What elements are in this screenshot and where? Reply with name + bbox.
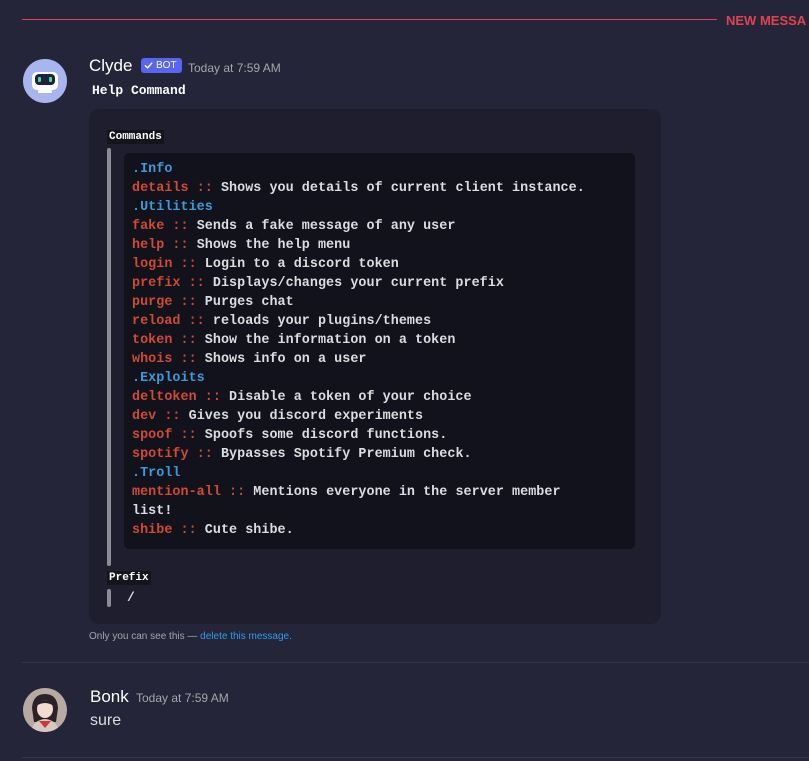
command-description: Cute shibe. [204, 523, 294, 538]
command-separator: :: [156, 409, 189, 424]
category-heading: .Exploits [132, 371, 205, 386]
command-name: purge [132, 295, 173, 310]
command-separator: :: [172, 257, 205, 272]
command-line: token :: Show the information on a token [132, 333, 455, 348]
command-description: Login to a discord token [204, 257, 399, 272]
new-messages-divider [22, 19, 717, 20]
message-title: Help Command [92, 83, 186, 98]
category-label: .Exploits [132, 371, 205, 386]
command-description: Displays/changes your current prefix [212, 276, 504, 291]
command-description: Spoofs some discord functions. [204, 428, 448, 443]
category-label: .Troll [132, 466, 181, 481]
command-line: dev :: Gives you discord experiments [132, 409, 423, 424]
user-message-content: sure [90, 712, 122, 729]
command-line: shibe :: Cute shibe. [132, 523, 294, 538]
checkmark-icon [144, 62, 153, 69]
command-line: spoof :: Spoofs some discord functions. [132, 428, 447, 443]
category-heading: .Troll [132, 466, 181, 481]
command-description: Mentions everyone in the server member [253, 485, 561, 500]
commands-quote-bar [107, 148, 111, 566]
robot-avatar-icon [23, 59, 67, 103]
prefix-value: / [127, 590, 135, 605]
command-description: list! [132, 504, 173, 519]
command-separator: :: [172, 428, 205, 443]
bot-badge-label: BOT [156, 60, 177, 71]
command-description: Shows info on a user [204, 352, 367, 367]
command-separator: :: [172, 295, 205, 310]
command-name: dev [132, 409, 157, 424]
command-separator: :: [172, 333, 205, 348]
command-separator: :: [172, 352, 205, 367]
command-description: Gives you discord experiments [188, 409, 424, 424]
command-separator: :: [188, 447, 221, 462]
command-separator: :: [180, 276, 213, 291]
ephemeral-notice: Only you can see this — delete this mess… [89, 631, 292, 642]
delete-message-link[interactable]: delete this message. [200, 631, 292, 642]
command-line: prefix :: Displays/changes your current … [132, 276, 504, 291]
bot-username[interactable]: Clyde [89, 56, 132, 76]
command-description: Shows the help menu [196, 238, 351, 253]
command-line: purge :: Purges chat [132, 295, 294, 310]
user-avatar[interactable] [23, 688, 67, 732]
command-description-continuation: list! [132, 504, 172, 519]
category-label: .Info [132, 162, 173, 177]
category-heading: .Info [132, 162, 172, 177]
command-name: shibe [132, 523, 173, 538]
new-messages-label: NEW MESSA [726, 13, 807, 28]
bot-timestamp[interactable]: Today at 7:59 AM [188, 61, 281, 75]
user-avatar-image [23, 688, 67, 732]
bot-badge: BOT [141, 58, 182, 73]
command-separator: :: [172, 523, 205, 538]
command-description: Purges chat [204, 295, 294, 310]
command-name: login [132, 257, 173, 272]
command-line: spotify :: Bypasses Spotify Premium chec… [132, 447, 472, 462]
command-line: reload :: reloads your plugins/themes [132, 314, 431, 329]
command-description: Bypasses Spotify Premium check. [220, 447, 472, 462]
command-name: reload [132, 314, 181, 329]
command-line: help :: Shows the help menu [132, 238, 350, 253]
prefix-field-title: Prefix [107, 571, 151, 585]
command-separator: :: [188, 181, 221, 196]
command-name: fake [132, 219, 165, 234]
command-separator: :: [196, 390, 230, 405]
command-separator: :: [220, 485, 254, 500]
command-name: whois [132, 352, 173, 367]
user-username[interactable]: Bonk [90, 687, 129, 707]
ephemeral-text: Only you can see this — [89, 631, 201, 642]
command-description: Sends a fake message of any user [196, 219, 456, 234]
command-separator: :: [164, 219, 197, 234]
command-description: Show the information on a token [204, 333, 456, 348]
command-line: whois :: Shows info on a user [132, 352, 367, 367]
command-name: prefix [132, 276, 181, 291]
user-timestamp[interactable]: Today at 7:59 AM [136, 691, 229, 705]
command-description: reloads your plugins/themes [212, 314, 432, 329]
category-heading: .Utilities [132, 200, 213, 215]
command-line: mention-all :: Mentions everyone in the … [132, 485, 561, 500]
command-line: details :: Shows you details of current … [132, 181, 585, 196]
message-separator [22, 662, 809, 663]
command-name: spoof [132, 428, 173, 443]
command-line: deltoken :: Disable a token of your choi… [132, 390, 472, 405]
command-name: token [132, 333, 173, 348]
commands-field-title: Commands [107, 130, 164, 144]
bot-avatar[interactable] [23, 59, 67, 103]
command-line: login :: Login to a discord token [132, 257, 399, 272]
command-name: deltoken [132, 390, 197, 405]
command-description: Disable a token of your choice [229, 390, 472, 405]
command-separator: :: [180, 314, 213, 329]
command-name: mention-all [132, 485, 221, 500]
command-name: details [132, 181, 189, 196]
command-line: fake :: Sends a fake message of any user [132, 219, 455, 234]
chat-page: NEW MESSA Clyde BOT Today at 7:59 AM Hel… [0, 0, 809, 761]
command-description: Shows you details of current client inst… [220, 181, 585, 196]
prefix-quote-bar [107, 589, 111, 607]
category-label: .Utilities [132, 200, 213, 215]
message-separator-bottom [22, 757, 809, 758]
command-name: spotify [132, 447, 189, 462]
command-separator: :: [164, 238, 197, 253]
command-name: help [132, 238, 165, 253]
